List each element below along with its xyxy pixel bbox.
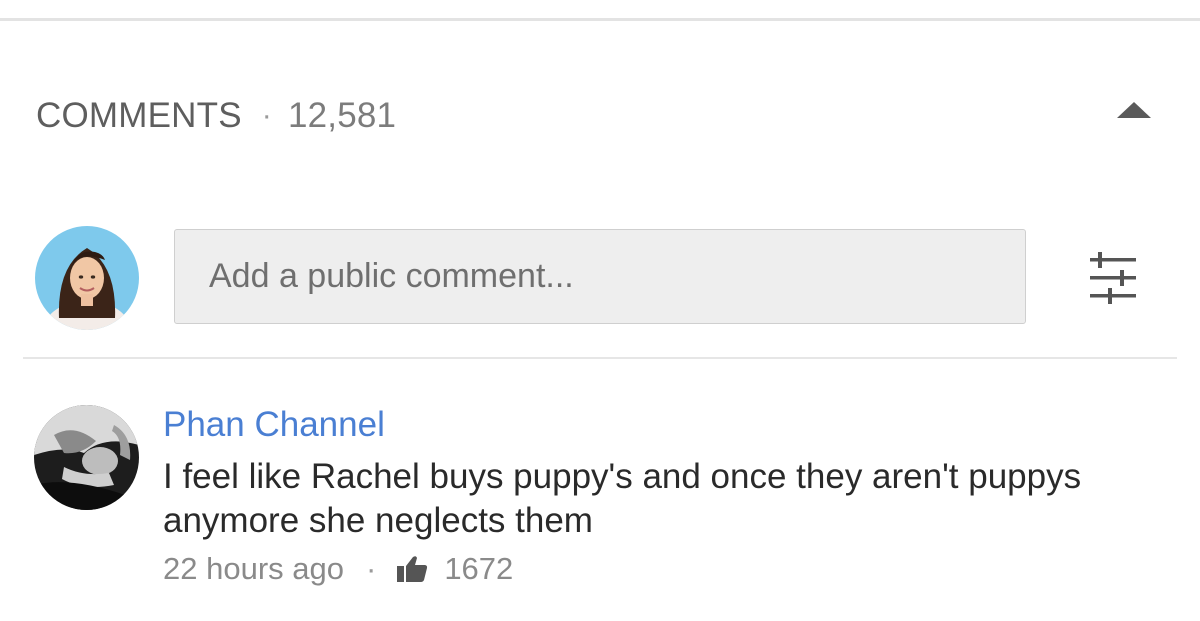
comments-count: 12,581 xyxy=(287,96,397,135)
comment-meta: 22 hours ago · 1672 xyxy=(163,547,513,591)
sort-filter-button[interactable] xyxy=(1086,248,1140,308)
user-avatar[interactable] xyxy=(35,226,139,330)
comment-text: I feel like Rachel buys puppy's and once… xyxy=(163,457,1082,540)
comments-header: COMMENTS · 12,581 xyxy=(36,94,396,138)
comment-author-link[interactable]: Phan Channel xyxy=(163,405,385,445)
comment-timestamp: 22 hours ago xyxy=(163,551,344,586)
triangle-up-icon xyxy=(1117,102,1151,118)
top-divider xyxy=(0,18,1200,21)
comment-input-placeholder: Add a public comment... xyxy=(209,257,574,295)
collapse-comments-button[interactable] xyxy=(1112,95,1156,125)
user-avatar-image xyxy=(35,226,139,330)
section-divider xyxy=(23,357,1177,359)
comments-title: COMMENTS xyxy=(36,96,242,135)
thumbs-up-icon[interactable] xyxy=(396,554,428,584)
sliders-icon xyxy=(1090,252,1136,304)
public-comment-input[interactable]: Add a public comment... xyxy=(174,229,1026,324)
meta-separator: · xyxy=(365,551,377,586)
header-separator: · xyxy=(261,99,272,132)
like-count: 1672 xyxy=(444,551,514,586)
commenter-avatar-image xyxy=(34,405,139,510)
commenter-avatar[interactable] xyxy=(34,405,139,510)
